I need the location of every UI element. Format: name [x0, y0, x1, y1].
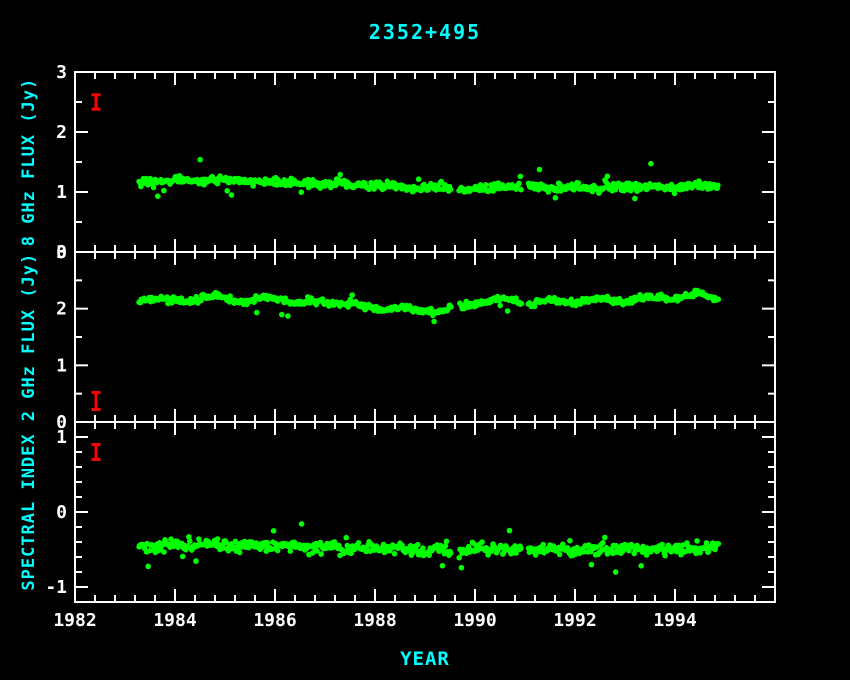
data-point — [448, 187, 454, 193]
y-tick-label-spectral-index: 1 — [56, 427, 67, 448]
data-point — [187, 538, 193, 544]
x-axis-label-year: YEAR — [0, 648, 850, 670]
data-point — [155, 193, 161, 199]
data-point — [716, 541, 722, 547]
data-point — [161, 549, 167, 555]
data-point — [659, 542, 665, 548]
x-tick-label: 1990 — [453, 610, 496, 631]
x-tick-label: 1984 — [153, 610, 197, 631]
data-point — [715, 183, 721, 189]
data-point — [613, 569, 619, 575]
data-point — [662, 553, 668, 559]
plot-title: 2352+495 — [0, 20, 850, 44]
data-point — [285, 313, 291, 319]
y-tick-label-flux2ghz: 1 — [56, 355, 67, 376]
data-point — [279, 312, 285, 318]
data-point — [479, 539, 485, 545]
data-point — [589, 562, 595, 568]
data-point — [600, 540, 606, 546]
data-point — [229, 192, 235, 198]
data-point — [275, 548, 281, 554]
data-point — [519, 301, 525, 307]
data-point — [497, 303, 503, 309]
y-axis-label-2ghz-flux: 2 GHz FLUX (Jy) — [19, 253, 39, 422]
data-point — [246, 545, 252, 551]
data-point — [337, 172, 343, 178]
data-point — [507, 528, 513, 534]
y-axis-label-spectral-index: SPECTRAL INDEX — [19, 433, 39, 590]
data-point — [448, 550, 454, 556]
data-point — [299, 521, 305, 527]
data-point — [540, 542, 546, 548]
data-point — [444, 539, 450, 545]
data-point — [605, 174, 611, 180]
data-point — [193, 558, 199, 564]
x-tick-label: 1992 — [553, 610, 596, 631]
y-tick-label-flux8ghz: 2 — [56, 122, 67, 143]
data-point — [318, 551, 324, 557]
data-point — [356, 540, 362, 546]
data-point — [254, 310, 260, 316]
data-point — [638, 563, 644, 569]
y-axis-label-8ghz-flux: 8 GHz FLUX (Jy) — [19, 78, 39, 247]
y-tick-label-flux8ghz: 3 — [56, 62, 67, 83]
data-point — [180, 554, 186, 560]
data-point — [420, 545, 426, 551]
data-point — [443, 543, 449, 549]
x-tick-label: 1982 — [53, 610, 96, 631]
data-point — [288, 548, 294, 554]
data-point — [237, 550, 243, 556]
data-point — [224, 188, 230, 194]
data-point — [415, 542, 421, 548]
data-point — [349, 292, 355, 298]
plot-canvas: 3210321010-11982198419861988199019921994 — [0, 0, 850, 680]
data-point — [299, 189, 305, 195]
data-point — [505, 308, 511, 314]
y-tick-label-flux2ghz: 2 — [56, 299, 67, 320]
data-point — [602, 535, 608, 541]
data-point — [716, 297, 722, 303]
x-tick-label: 1988 — [353, 610, 396, 631]
data-point — [518, 187, 524, 193]
data-point — [448, 304, 454, 310]
data-point — [161, 188, 167, 194]
data-point — [483, 182, 489, 188]
y-tick-label-flux2ghz: 3 — [56, 242, 67, 263]
data-point — [197, 157, 203, 163]
data-point — [392, 551, 398, 557]
data-point — [196, 536, 202, 542]
data-point — [576, 180, 582, 186]
plot-background — [0, 0, 850, 680]
data-point — [431, 319, 437, 325]
data-point — [694, 538, 700, 544]
data-point — [416, 176, 422, 182]
data-point — [518, 546, 524, 552]
x-tick-label: 1994 — [653, 610, 697, 631]
data-point — [151, 185, 157, 191]
plot-window: 3210321010-11982198419861988199019921994… — [0, 0, 850, 680]
data-point — [567, 538, 573, 544]
data-point — [632, 196, 638, 202]
data-point — [648, 161, 654, 167]
data-point — [145, 564, 151, 570]
y-tick-label-flux8ghz: 1 — [56, 182, 67, 203]
data-point — [553, 195, 559, 201]
data-point — [537, 167, 543, 173]
y-tick-label-spectral-index: 0 — [56, 502, 67, 523]
y-tick-label-spectral-index: -1 — [45, 577, 67, 598]
data-point — [516, 181, 522, 187]
data-point — [518, 174, 524, 180]
data-point — [440, 563, 446, 569]
data-point — [344, 535, 350, 541]
data-point — [215, 536, 221, 542]
data-point — [459, 565, 465, 571]
data-point — [271, 528, 277, 534]
data-point — [557, 552, 563, 558]
x-tick-label: 1986 — [253, 610, 296, 631]
